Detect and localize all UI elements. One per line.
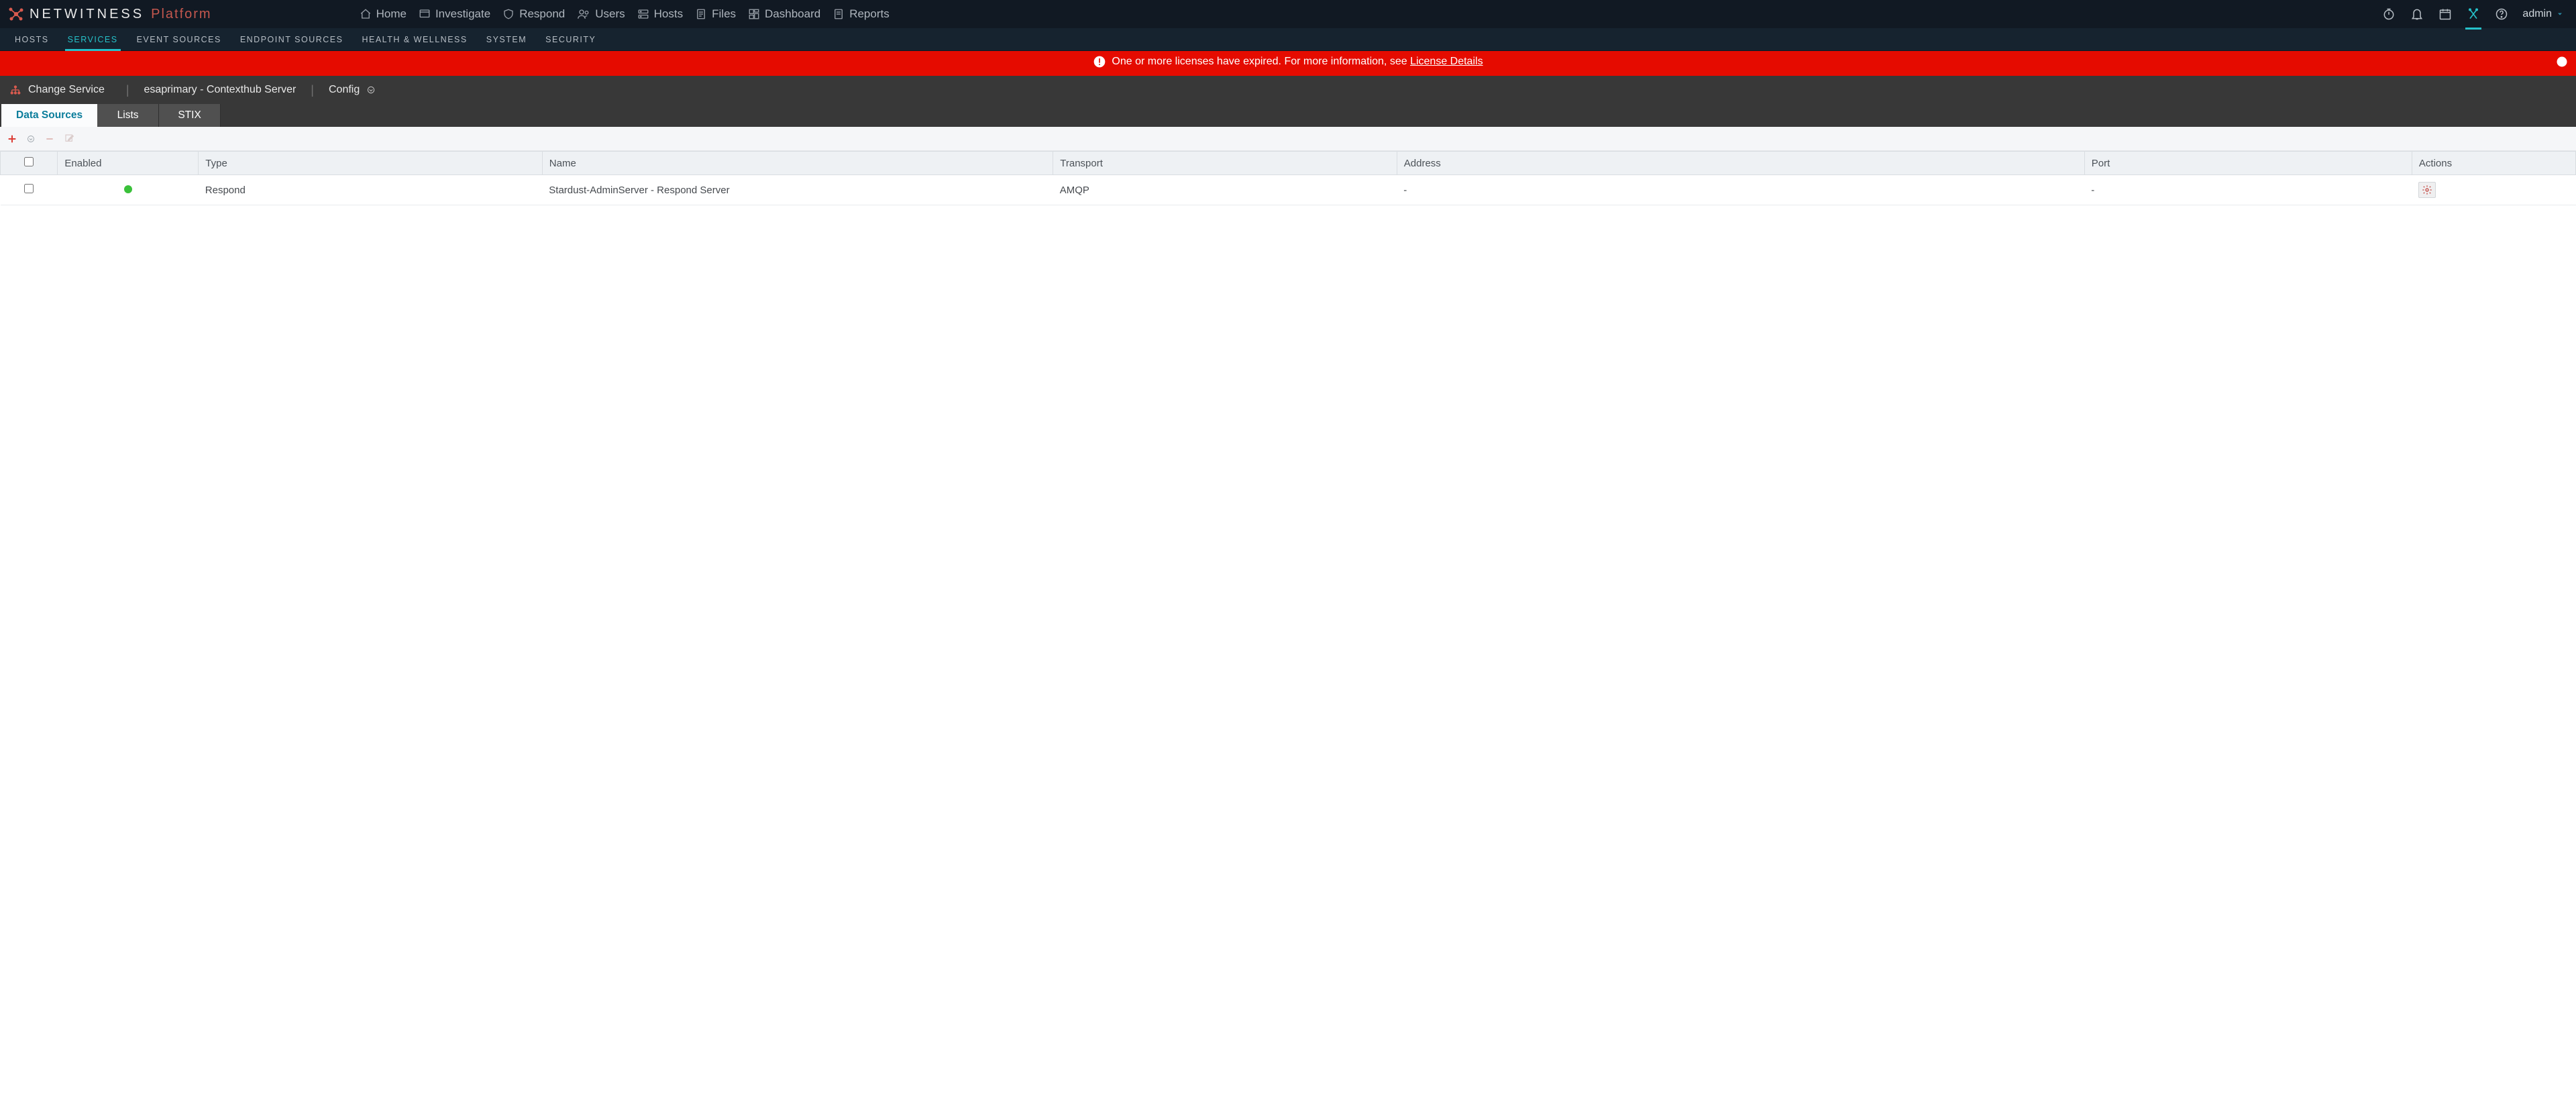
tab-stix[interactable]: STIX	[159, 104, 221, 127]
notifications-icon[interactable]	[2410, 7, 2424, 21]
files-icon	[695, 8, 707, 20]
service-tree-icon	[9, 85, 21, 95]
page-selector-label: Config	[329, 84, 360, 96]
subnav-security[interactable]: SECURITY	[536, 28, 605, 50]
nav-hosts-label: Hosts	[654, 7, 683, 21]
nav-files[interactable]: Files	[695, 6, 736, 22]
brand-icon	[8, 6, 24, 22]
edit-icon	[64, 134, 75, 144]
nav-home[interactable]: Home	[360, 6, 407, 22]
col-port[interactable]: Port	[2084, 152, 2412, 175]
nav-reports-label: Reports	[849, 7, 890, 21]
primary-nav: Home Investigate Respond Users Hosts Fil…	[360, 6, 890, 22]
subnav-services[interactable]: SERVICES	[58, 28, 127, 50]
nav-home-label: Home	[376, 7, 407, 21]
nav-respond[interactable]: Respond	[502, 6, 565, 22]
nav-hosts[interactable]: Hosts	[637, 6, 683, 22]
brand-name: NETWITNESS	[30, 7, 144, 22]
subnav-health[interactable]: HEALTH & WELLNESS	[352, 28, 476, 50]
select-all-header[interactable]	[1, 152, 58, 175]
hosts-icon	[637, 8, 649, 20]
investigate-icon	[419, 8, 431, 20]
change-service-label: Change Service	[28, 84, 105, 96]
cell-name: Stardust-AdminServer - Respond Server	[542, 175, 1053, 205]
remove-button[interactable]	[44, 134, 55, 144]
top-bar: NETWITNESS Platform Home Investigate Res…	[0, 0, 2576, 28]
plus-icon	[7, 134, 17, 144]
nav-investigate[interactable]: Investigate	[419, 6, 490, 22]
grid-toolbar	[0, 127, 2576, 151]
cell-address: -	[1397, 175, 2084, 205]
select-all-checkbox[interactable]	[24, 157, 34, 166]
shield-icon	[502, 8, 515, 20]
cell-port: -	[2084, 175, 2412, 205]
data-sources-table: Enabled Type Name Transport Address Port…	[0, 151, 2576, 205]
chevron-circle-down-icon	[366, 85, 376, 95]
nav-users[interactable]: Users	[577, 6, 625, 22]
config-tabs: Data Sources Lists STIX	[0, 104, 2576, 127]
col-actions: Actions	[2412, 152, 2575, 175]
header-right: admin	[2381, 7, 2571, 21]
users-icon	[577, 8, 590, 20]
svg-text:?: ?	[2560, 58, 2565, 66]
gear-icon	[2422, 185, 2432, 195]
nav-users-label: Users	[595, 7, 625, 21]
admin-tools-icon[interactable]	[2466, 7, 2481, 21]
alert-text: One or more licenses have expired. For m…	[1112, 56, 1410, 67]
current-service-name: esaprimary - Contexthub Server	[144, 84, 297, 96]
add-dropdown[interactable]	[27, 135, 35, 143]
col-enabled[interactable]: Enabled	[58, 152, 199, 175]
table-row[interactable]: Respond Stardust-AdminServer - Respond S…	[1, 175, 2576, 205]
reports-icon	[833, 8, 845, 20]
nav-investigate-label: Investigate	[435, 7, 490, 21]
breadcrumb-separator: |	[126, 83, 129, 97]
user-name: admin	[2522, 8, 2552, 20]
add-button[interactable]	[7, 134, 17, 144]
subnav-hosts[interactable]: HOSTS	[5, 28, 58, 50]
tab-data-sources[interactable]: Data Sources	[1, 104, 97, 127]
nav-respond-label: Respond	[519, 7, 565, 21]
nav-reports[interactable]: Reports	[833, 6, 890, 22]
minus-icon	[44, 134, 55, 144]
breadcrumb-separator: |	[311, 83, 314, 97]
alert-help-icon[interactable]: ?	[2555, 54, 2569, 69]
table-header-row: Enabled Type Name Transport Address Port…	[1, 152, 2576, 175]
enabled-status-dot	[124, 185, 132, 193]
row-checkbox[interactable]	[24, 184, 34, 193]
cell-type: Respond	[199, 175, 543, 205]
license-details-link[interactable]: License Details	[1410, 56, 1483, 67]
row-actions-button[interactable]	[2418, 182, 2436, 198]
change-service-button[interactable]: Change Service	[3, 84, 111, 96]
chevron-down-icon	[2556, 10, 2564, 18]
dashboard-icon	[748, 8, 760, 20]
col-address[interactable]: Address	[1397, 152, 2084, 175]
page-selector[interactable]: Config	[329, 84, 376, 96]
nav-dashboard[interactable]: Dashboard	[748, 6, 820, 22]
jobs-icon[interactable]	[2381, 7, 2396, 21]
home-icon	[360, 8, 372, 20]
context-bar: Change Service | esaprimary - Contexthub…	[0, 76, 2576, 104]
cell-transport: AMQP	[1053, 175, 1397, 205]
chevron-circle-down-icon	[27, 135, 35, 143]
brand-suffix: Platform	[151, 7, 211, 22]
license-alert: One or more licenses have expired. For m…	[0, 51, 2576, 76]
subnav-system[interactable]: SYSTEM	[477, 28, 536, 50]
nav-files-label: Files	[712, 7, 736, 21]
col-type[interactable]: Type	[199, 152, 543, 175]
user-menu[interactable]: admin	[2522, 8, 2564, 20]
brand-logo: NETWITNESS Platform	[8, 6, 212, 22]
edit-button[interactable]	[64, 134, 75, 144]
help-icon[interactable]	[2494, 7, 2509, 21]
subnav-endpoint-sources[interactable]: ENDPOINT SOURCES	[231, 28, 353, 50]
calendar-icon[interactable]	[2438, 7, 2453, 21]
tab-lists[interactable]: Lists	[97, 104, 159, 127]
col-transport[interactable]: Transport	[1053, 152, 1397, 175]
nav-dashboard-label: Dashboard	[765, 7, 820, 21]
col-name[interactable]: Name	[542, 152, 1053, 175]
subnav-event-sources[interactable]: EVENT SOURCES	[127, 28, 231, 50]
admin-subnav: HOSTS SERVICES EVENT SOURCES ENDPOINT SO…	[0, 28, 2576, 51]
alert-icon	[1093, 55, 1106, 68]
